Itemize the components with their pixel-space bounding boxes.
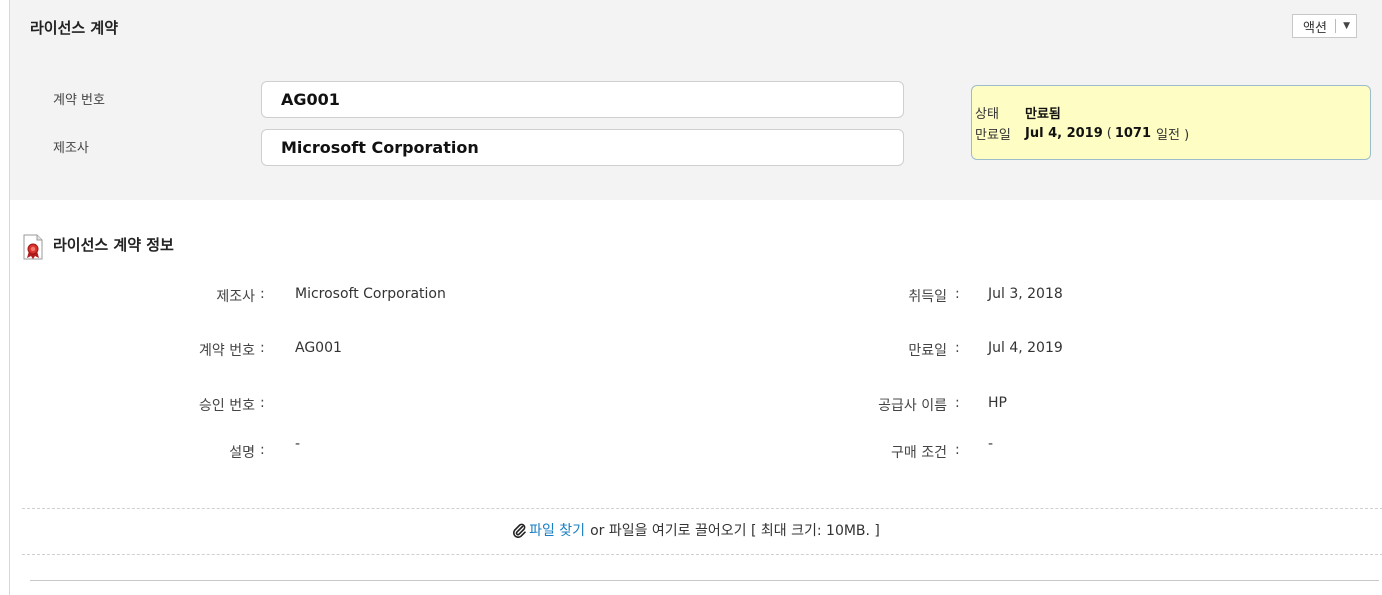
action-dropdown-button[interactable]: 액션 ▼ bbox=[1292, 14, 1357, 38]
info-colon: : bbox=[955, 442, 960, 458]
info-colon: : bbox=[955, 340, 960, 356]
info-label-approval-number: 승인 번호 bbox=[199, 398, 255, 414]
info-label-manufacturer: 제조사 bbox=[216, 289, 255, 305]
info-label-description: 설명 bbox=[229, 445, 255, 461]
days-open-paren: ( bbox=[1106, 126, 1112, 141]
upload-bottom-divider bbox=[22, 554, 1382, 555]
info-label-acquisition-date: 취득일 bbox=[908, 289, 947, 305]
info-label-vendor-name: 공급사 이름 bbox=[878, 398, 947, 414]
info-value-purchase-terms: - bbox=[988, 436, 994, 452]
info-value-manufacturer: Microsoft Corporation bbox=[295, 286, 446, 302]
days-suffix: 일전 ) bbox=[1156, 128, 1190, 143]
info-value-vendor-name: HP bbox=[988, 395, 1007, 411]
info-label-agreement-number: 계약 번호 bbox=[199, 343, 255, 359]
paperclip-icon bbox=[513, 523, 526, 538]
info-value-expiry-date: Jul 4, 2019 bbox=[988, 340, 1063, 356]
upload-top-divider bbox=[22, 508, 1382, 509]
days-count: 1071 bbox=[1114, 126, 1152, 141]
manufacturer-field: Microsoft Corporation bbox=[261, 129, 904, 166]
expiry-row: 만료일 Jul 4, 2019 ( 1071 일전 ) bbox=[975, 124, 1189, 143]
status-panel: 상태 만료됨 만료일 Jul 4, 2019 ( 1071 일전 ) bbox=[971, 85, 1371, 160]
expiry-label: 만료일 bbox=[975, 128, 1011, 143]
info-label-expiry-date: 만료일 bbox=[908, 343, 947, 359]
agreement-number-label: 계약 번호 bbox=[53, 93, 105, 108]
action-divider bbox=[1334, 19, 1336, 33]
browse-files-link[interactable]: 파일 찾기 bbox=[529, 520, 585, 540]
info-colon: : bbox=[955, 395, 960, 411]
bottom-divider bbox=[30, 580, 1379, 581]
info-colon: : bbox=[955, 286, 960, 302]
info-colon: : bbox=[260, 286, 265, 302]
info-colon: : bbox=[260, 442, 265, 458]
info-colon: : bbox=[260, 340, 265, 356]
status-row: 상태 만료됨 bbox=[975, 103, 1061, 122]
expiry-date: Jul 4, 2019 bbox=[1025, 126, 1103, 141]
upload-hint-text: or 파일을 여기로 끌어오기 [ 최대 크기: 10MB. ] bbox=[590, 523, 880, 539]
page-title: 라이선스 계약 bbox=[30, 19, 119, 37]
section-title: 라이선스 계약 정보 bbox=[53, 236, 174, 254]
status-label: 상태 bbox=[975, 107, 999, 122]
info-value-description: - bbox=[295, 436, 301, 452]
status-value: 만료됨 bbox=[1025, 107, 1061, 122]
caret-down-icon: ▼ bbox=[1343, 21, 1350, 31]
info-value-agreement-number: AG001 bbox=[295, 340, 342, 356]
info-colon: : bbox=[260, 395, 265, 411]
manufacturer-label: 제조사 bbox=[53, 141, 89, 156]
info-label-purchase-terms: 구매 조건 bbox=[891, 445, 947, 461]
license-agreement-panel: 라이선스 계약 액션 ▼ 계약 번호 AG001 제조사 Microsoft C… bbox=[9, 0, 1382, 595]
certificate-icon bbox=[23, 234, 43, 260]
upload-dropzone[interactable]: 파일 찾기 or 파일을 여기로 끌어오기 [ 최대 크기: 10MB. ] bbox=[10, 520, 1382, 540]
agreement-number-field: AG001 bbox=[261, 81, 904, 118]
action-label: 액션 bbox=[1303, 20, 1327, 36]
info-value-acquisition-date: Jul 3, 2018 bbox=[988, 286, 1063, 302]
